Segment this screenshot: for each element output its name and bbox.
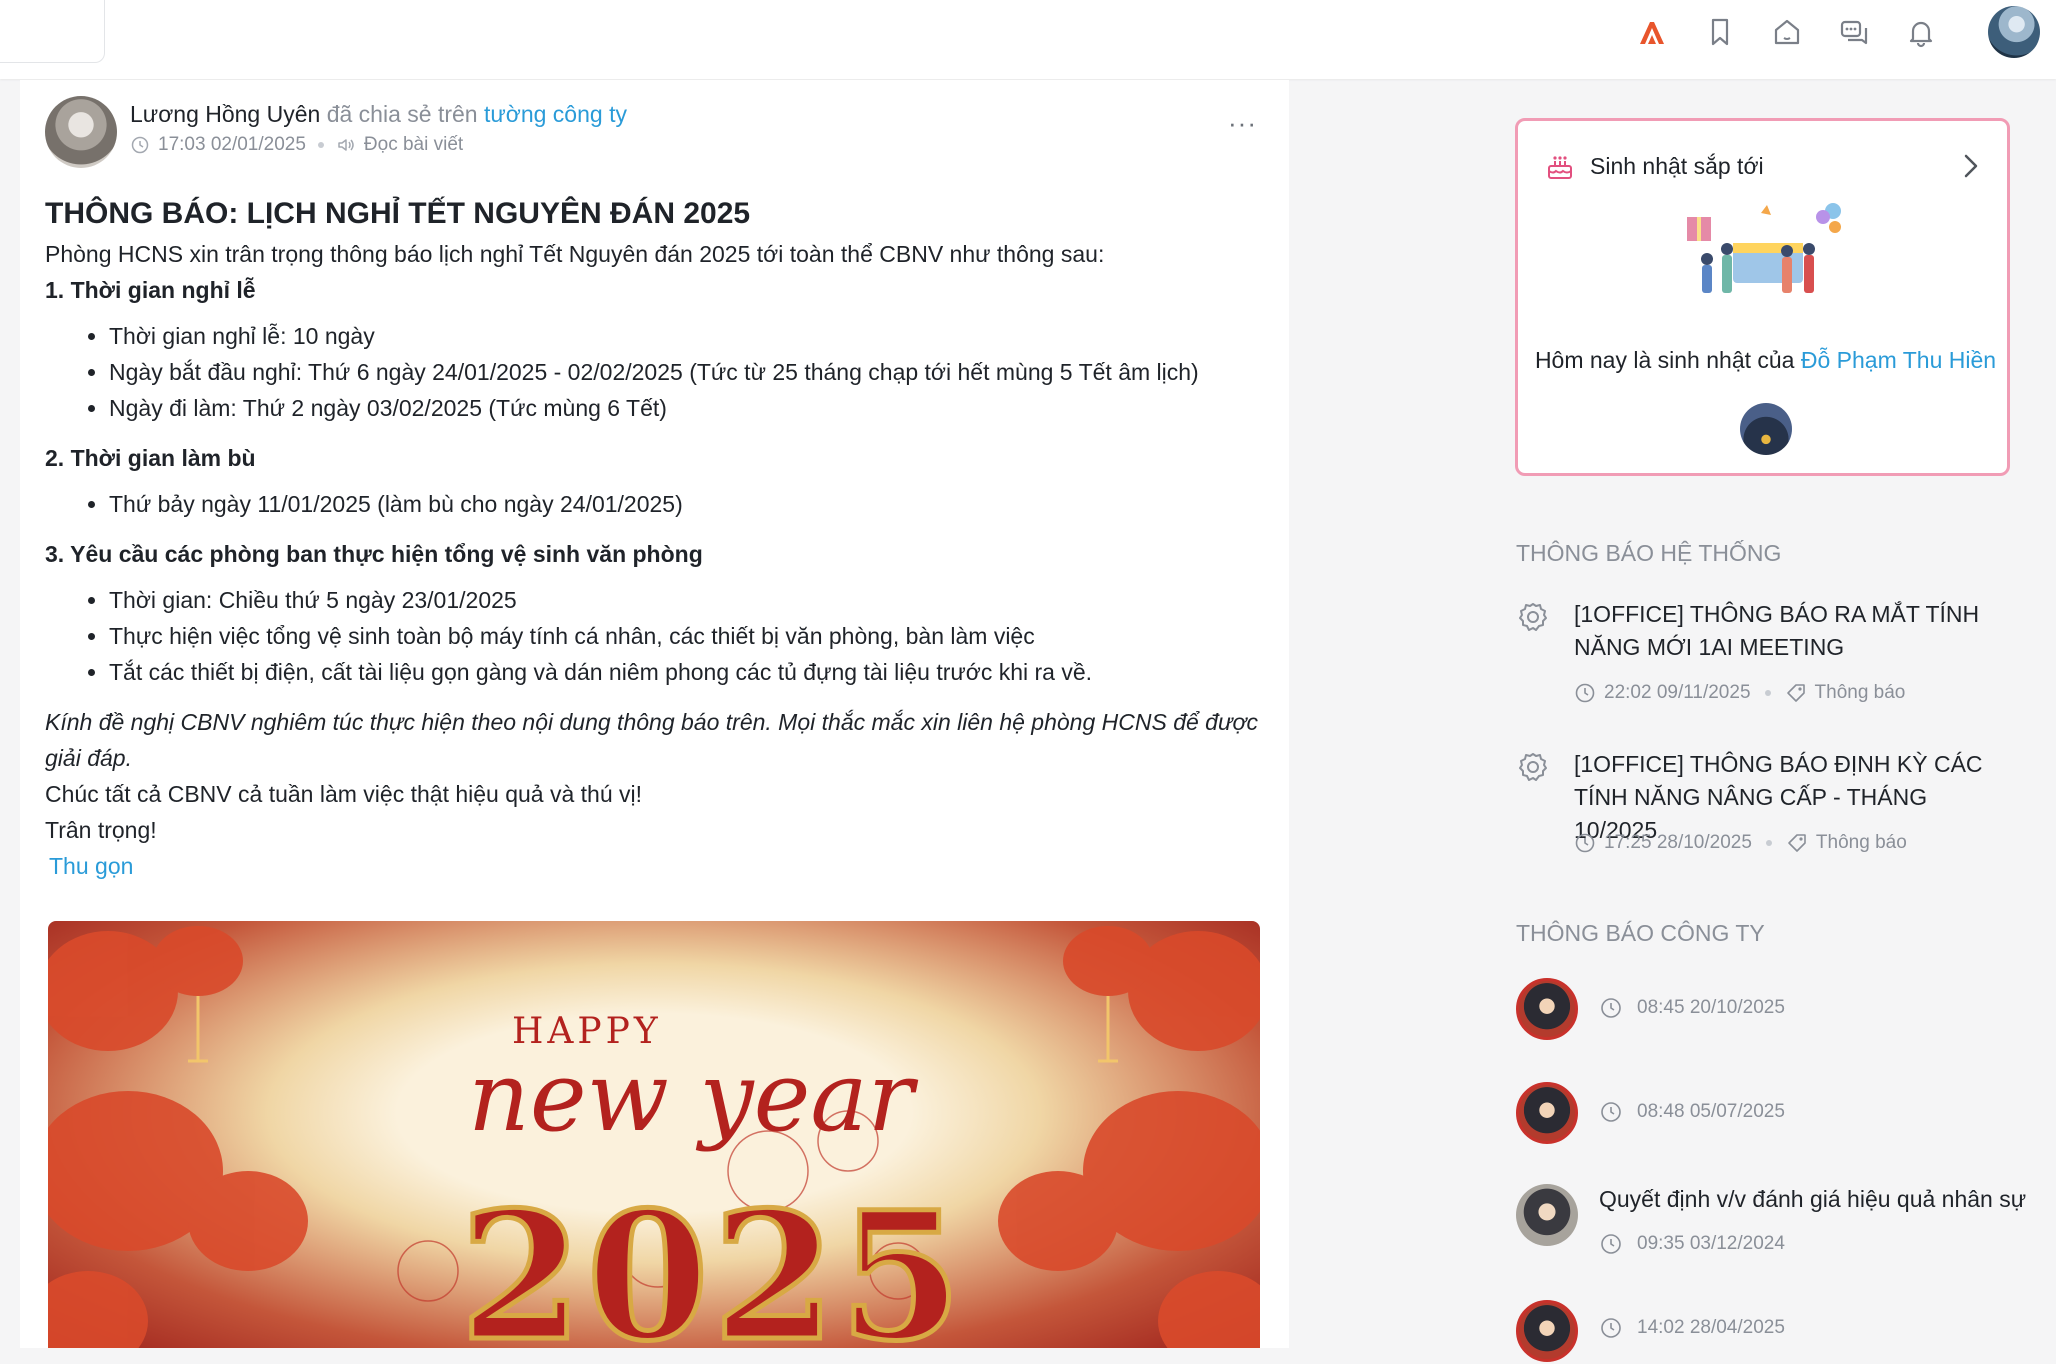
system-notice-time: 22:02 09/11/2025 <box>1604 682 1751 703</box>
company-notice-title[interactable]: Quyết định v/v đánh giá hiệu quả nhân sự <box>1599 1186 2026 1213</box>
birthday-title: Sinh nhật sắp tới <box>1590 153 1764 179</box>
clock-icon <box>131 136 149 154</box>
list-item: Thời gian nghỉ lễ: 10 ngày <box>109 318 1285 354</box>
section-list: Thời gian: Chiều thứ 5 ngày 23/01/2025 T… <box>45 582 1285 690</box>
user-avatar[interactable] <box>1988 6 2040 58</box>
clock-icon <box>1601 1234 1621 1254</box>
bookmark-icon[interactable] <box>1700 12 1740 52</box>
company-notice-item[interactable]: Quyết định v/v đánh giá hiệu quả nhân sự… <box>1516 1184 2026 1254</box>
list-item: Thực hiện việc tổng vệ sinh toàn bộ máy … <box>109 618 1285 654</box>
post-content: THÔNG BÁO: LỊCH NGHỈ TẾT NGUYÊN ĐÁN 2025… <box>45 192 1285 884</box>
clock-icon <box>1601 1318 1621 1338</box>
system-notice-item[interactable]: [1OFFICE] THÔNG BÁO ĐỊNH KỲ CÁC TÍNH NĂN… <box>1516 748 2016 868</box>
birthday-party-illustration <box>1687 203 1841 293</box>
collapse-link[interactable]: Thu gọn <box>45 853 133 879</box>
chat-icon[interactable] <box>1834 12 1874 52</box>
list-item: Tắt các thiết bị điện, cất tài liệu gọn … <box>109 654 1285 690</box>
system-notice-time: 17:25 28/10/2025 <box>1604 832 1752 853</box>
brand-logo-icon[interactable] <box>1632 12 1672 52</box>
banner-new-year-text: new year <box>468 1041 914 1153</box>
birthday-card[interactable]: Sinh nhật sắp tới Hôm nay là sinh nhật c… <box>1515 118 2010 476</box>
system-notices-title: THÔNG BÁO HỆ THỐNG <box>1516 540 1782 566</box>
system-notice-tag: Thông báo <box>1815 832 1907 853</box>
notice-avatar <box>1516 1082 1578 1144</box>
company-notice-time: 09:35 03/12/2024 <box>1637 1233 1785 1254</box>
author-name[interactable]: Lương Hồng Uyên <box>130 101 320 127</box>
clock-icon <box>1601 998 1621 1018</box>
cake-icon <box>1548 156 1572 179</box>
system-notice-meta: 17:25 28/10/2025 Thông báo <box>1574 832 1907 854</box>
read-article-button[interactable]: Đọc bài viết <box>364 134 463 156</box>
company-notice-item[interactable]: 08:45 20/10/2025 <box>1516 978 2016 1042</box>
clock-icon <box>1575 683 1595 703</box>
system-notice-tag: Thông báo <box>1814 682 1906 703</box>
section-title: 2. Thời gian làm bù <box>45 445 256 471</box>
more-options-button[interactable]: ··· <box>1228 108 1257 139</box>
company-notice-item[interactable]: 08:48 05/07/2025 <box>1516 1082 2016 1146</box>
system-notice-item[interactable]: [1OFFICE] THÔNG BÁO RA MẮT TÍNH NĂNG MỚI… <box>1516 598 2016 718</box>
birthday-person-avatar[interactable] <box>1740 403 1792 455</box>
gear-icon <box>1519 603 1547 631</box>
post-card: Lương Hồng Uyên đã chia sẻ trên tường cô… <box>20 80 1289 1348</box>
post-heading: THÔNG BÁO: LỊCH NGHỈ TẾT NGUYÊN ĐÁN 2025 <box>45 197 751 230</box>
notice-avatar <box>1516 978 1578 1040</box>
section-list: Thứ bảy ngày 11/01/2025 (làm bù cho ngày… <box>45 486 1285 522</box>
list-item: Ngày đi làm: Thứ 2 ngày 03/02/2025 (Tức … <box>109 390 1285 426</box>
birthday-person-link[interactable]: Đỗ Phạm Thu Hiền <box>1801 347 1996 373</box>
tag-icon <box>1788 834 1806 852</box>
notice-avatar <box>1516 1184 1578 1246</box>
post-time: 17:03 02/01/2025 <box>158 134 306 155</box>
post-author-line: Lương Hồng Uyên đã chia sẻ trên tường cô… <box>130 101 627 128</box>
birthday-prefix: Hôm nay là sinh nhật của <box>1534 347 1795 373</box>
company-notice-time: 08:48 05/07/2025 <box>1637 1101 1785 1122</box>
company-notice-time: 08:45 20/10/2025 <box>1637 997 1785 1018</box>
bell-icon[interactable] <box>1901 12 1941 52</box>
list-item: Thời gian: Chiều thứ 5 ngày 23/01/2025 <box>109 582 1285 618</box>
birthday-message: Hôm nay là sinh nhật của Đỗ Phạm Thu Hiề… <box>1518 347 2013 374</box>
clock-icon <box>1601 1102 1621 1122</box>
company-notice-meta: 08:48 05/07/2025 <box>1599 1100 1785 1124</box>
list-item: Thứ bảy ngày 11/01/2025 (làm bù cho ngày… <box>109 486 1285 522</box>
top-bar <box>0 0 2056 79</box>
section-title: 1. Thời gian nghỉ lễ <box>45 277 256 303</box>
banner-year-text: 2025 <box>458 1171 966 1349</box>
system-notice-title[interactable]: [1OFFICE] THÔNG BÁO RA MẮT TÍNH NĂNG MỚI… <box>1574 598 2014 664</box>
closing-wish: Chúc tất cả CBNV cả tuần làm việc thật h… <box>45 781 643 807</box>
company-wall-link[interactable]: tường công ty <box>484 101 627 127</box>
search-box[interactable] <box>0 0 105 63</box>
shared-text: đã chia sẻ trên <box>326 101 478 127</box>
tag-icon <box>1786 684 1805 702</box>
chevron-right-icon[interactable] <box>1958 151 1984 181</box>
system-notice-meta: 22:02 09/11/2025 Thông báo <box>1574 682 1905 704</box>
company-notices-title: THÔNG BÁO CÔNG TY <box>1516 920 1765 946</box>
new-year-banner-image[interactable]: HAPPY new year 2025 <box>48 921 1260 1348</box>
clock-icon <box>1575 833 1595 853</box>
section-list: Thời gian nghỉ lễ: 10 ngày Ngày bắt đầu … <box>45 318 1285 426</box>
regards: Trân trọng! <box>45 817 157 843</box>
author-avatar[interactable] <box>45 96 117 168</box>
closing-request: Kính đề nghị CBNV nghiêm túc thực hiện t… <box>45 709 1258 771</box>
company-notice-item[interactable]: 14:02 28/04/2025 <box>1516 1300 2016 1364</box>
company-notice-time: 14:02 28/04/2025 <box>1637 1317 1785 1338</box>
company-notice-meta: 08:45 20/10/2025 <box>1599 996 1785 1020</box>
company-notice-meta: 14:02 28/04/2025 <box>1599 1316 1785 1340</box>
list-item: Ngày bắt đầu nghỉ: Thứ 6 ngày 24/01/2025… <box>109 354 1285 390</box>
company-notice-meta: 09:35 03/12/2024 <box>1599 1232 1785 1256</box>
post-intro: Phòng HCNS xin trân trọng thông báo lịch… <box>45 241 1105 267</box>
home-icon[interactable] <box>1767 12 1807 52</box>
gear-icon <box>1519 753 1547 781</box>
notice-avatar <box>1516 1300 1578 1362</box>
section-title: 3. Yêu cầu các phòng ban thực hiện tổng … <box>45 541 703 567</box>
post-meta: 17:03 02/01/2025 Đọc bài viết <box>130 134 463 156</box>
speaker-icon[interactable] <box>336 135 356 155</box>
